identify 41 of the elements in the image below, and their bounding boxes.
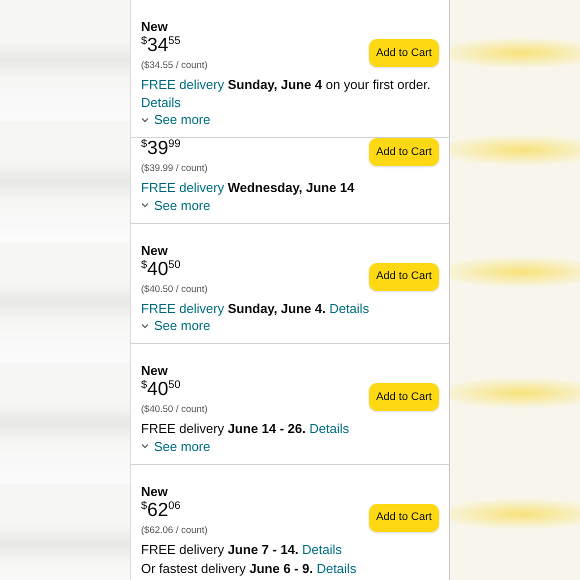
unit-price: ($40.50 / count) — [141, 403, 208, 417]
add-to-cart-button[interactable]: Add to Cart — [369, 504, 439, 532]
chevron-down-icon — [141, 202, 149, 208]
price: $^{$}$39$^{99}$ — [141, 138, 181, 160]
details-link[interactable]: Details — [302, 542, 342, 556]
see-more-link[interactable]: See more — [141, 438, 210, 454]
condition-label: New — [141, 18, 168, 35]
delivery-text: FREE delivery Sunday, June 4. Details — [141, 300, 370, 317]
add-to-cart-button[interactable]: Add to Cart — [369, 383, 439, 411]
delivery-text: FREE delivery Wednesday, June 14 — [141, 179, 354, 196]
details-link[interactable]: Details — [316, 561, 356, 576]
condition-label: New — [141, 242, 168, 258]
chevron-down-icon — [141, 322, 149, 328]
add-to-cart-button[interactable]: Add to Cart — [369, 138, 439, 166]
add-to-cart-button[interactable]: Add to Cart — [369, 262, 439, 290]
details-link[interactable]: Details — [329, 300, 370, 316]
unit-price: ($39.99 / count) — [141, 162, 208, 176]
delivery-text: FREE delivery June 14 - 26. Details — [141, 420, 350, 438]
add-to-cart-button[interactable]: Add to Cart — [369, 39, 439, 67]
chevron-down-icon — [141, 116, 149, 122]
delivery-text: FREE delivery Sunday, June 4 on your first order. Details — [141, 76, 432, 111]
price: $^{$}$40$^{50}$ — [141, 258, 181, 280]
see-more-link[interactable]: See more — [141, 111, 210, 128]
condition-label: New — [141, 482, 168, 500]
chevron-down-icon — [141, 443, 149, 449]
unit-price: ($34.55 / count) — [141, 59, 208, 73]
see-more-link[interactable]: See more — [141, 196, 210, 214]
details-link[interactable]: FREE delivery — [141, 180, 228, 195]
delivery-text: Or fastest delivery June 6 - 9. Details — [141, 560, 356, 578]
condition-label: New — [141, 362, 168, 379]
details-link[interactable]: Details — [309, 421, 350, 436]
details-link[interactable]: FREE delivery — [141, 77, 228, 92]
details-link[interactable]: Details — [141, 94, 181, 110]
unit-price: ($62.06 / count) — [141, 524, 208, 538]
see-more-link[interactable]: See more — [141, 317, 210, 334]
unit-price: ($40.50 / count) — [141, 282, 208, 296]
delivery-text: FREE delivery June 7 - 14. Details — [141, 540, 342, 558]
price: $^{$}$62$^{06}$ — [141, 500, 181, 522]
details-link[interactable]: FREE delivery — [141, 300, 228, 316]
price: $^{$}$40$^{50}$ — [141, 379, 181, 401]
price: $^{$}$34$^{55}$ — [141, 35, 181, 57]
